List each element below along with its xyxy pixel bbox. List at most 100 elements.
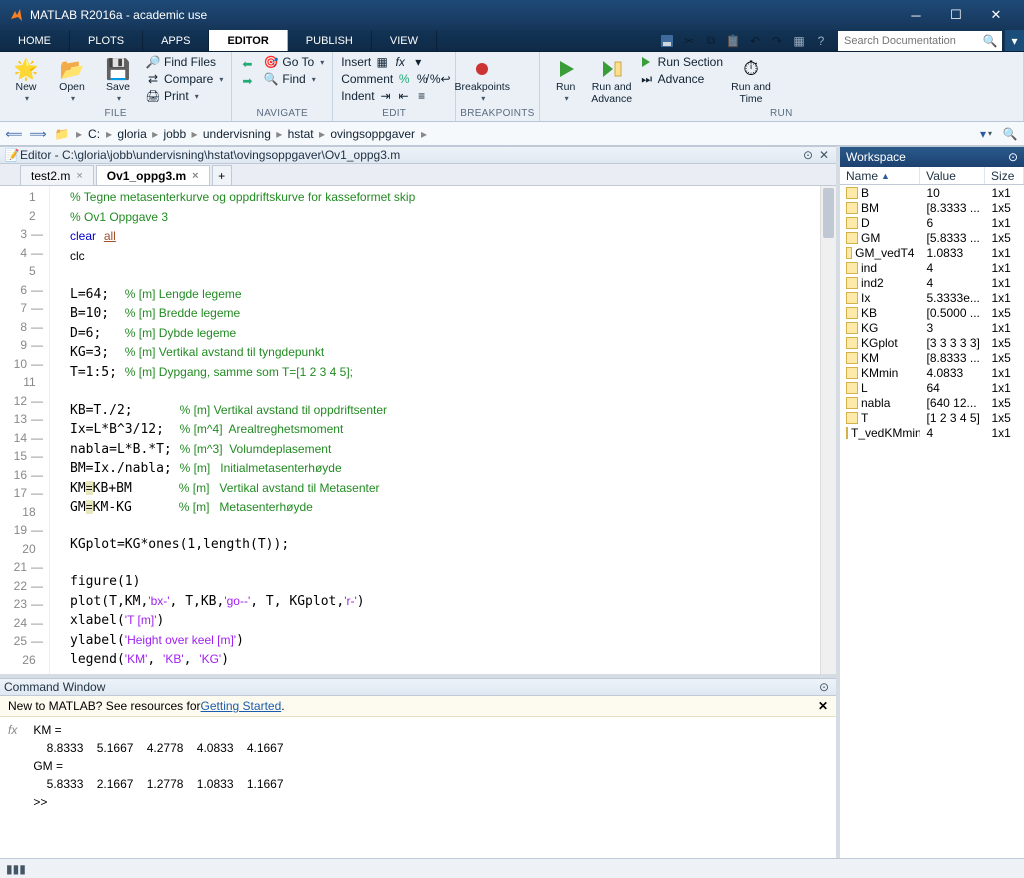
folder-up-button[interactable]: 📁 bbox=[52, 124, 72, 144]
search-icon[interactable]: 🔍 bbox=[978, 34, 1002, 48]
open-button[interactable]: 📂 Open bbox=[50, 54, 94, 105]
document-tab[interactable]: Ov1_oppg3.m× bbox=[96, 165, 210, 185]
toolstrip-tab-home[interactable]: HOME bbox=[0, 30, 70, 51]
panel-menu-button[interactable]: ⊙ bbox=[816, 680, 832, 694]
panel-close-button[interactable]: ✕ bbox=[816, 148, 832, 162]
redo-icon[interactable]: ↷ bbox=[768, 32, 786, 50]
workspace-variable-row[interactable]: T_vedKMmin41x1 bbox=[840, 425, 1024, 440]
save-icon[interactable] bbox=[658, 32, 676, 50]
workspace-variable-row[interactable]: D61x1 bbox=[840, 215, 1024, 230]
variable-name: KGplot bbox=[861, 336, 898, 350]
variable-name: KG bbox=[861, 321, 878, 335]
workspace-variable-row[interactable]: KGplot[3 3 3 3 3]1x5 bbox=[840, 335, 1024, 350]
insert-button[interactable]: Insert ▦ fx ▾ bbox=[337, 54, 451, 70]
run-and-time-button[interactable]: ⏱ Run and Time bbox=[729, 54, 773, 107]
command-window: Command Window ⊙ New to MATLAB? See reso… bbox=[0, 678, 836, 858]
variable-value: 4 bbox=[920, 426, 985, 440]
undo-icon[interactable]: ↶ bbox=[746, 32, 764, 50]
variable-icon bbox=[846, 352, 858, 364]
close-button[interactable]: ✕ bbox=[976, 0, 1016, 30]
search-addr-button[interactable]: 🔍 bbox=[1000, 124, 1020, 144]
addr-dropdown-button[interactable]: ▾ bbox=[976, 124, 996, 144]
find-files-button[interactable]: 🔎Find Files bbox=[142, 54, 227, 70]
breadcrumb-segment[interactable]: hstat bbox=[286, 127, 316, 141]
breadcrumb-segment[interactable]: ovingsoppgaver bbox=[328, 127, 417, 141]
toolstrip-tab-view[interactable]: VIEW bbox=[372, 30, 437, 51]
toolstrip-tab-plots[interactable]: PLOTS bbox=[70, 30, 143, 51]
workspace-variable-row[interactable]: ind41x1 bbox=[840, 260, 1024, 275]
paste-icon[interactable]: 📋 bbox=[724, 32, 742, 50]
workspace-column-headers[interactable]: Name ▲ Value Size bbox=[840, 167, 1024, 185]
editor-scrollbar[interactable] bbox=[820, 186, 836, 674]
new-button[interactable]: 🌟 New bbox=[4, 54, 48, 105]
workspace-variable-row[interactable]: ind241x1 bbox=[840, 275, 1024, 290]
breadcrumb-drive[interactable]: C: bbox=[86, 127, 102, 141]
panel-menu-button[interactable]: ⊙ bbox=[1008, 150, 1018, 164]
save-button[interactable]: 💾 Save bbox=[96, 54, 140, 105]
group-label-breakpoints: BREAKPOINTS bbox=[460, 107, 534, 121]
breakpoints-button[interactable]: Breakpoints bbox=[460, 54, 504, 105]
col-value[interactable]: Value bbox=[920, 167, 985, 184]
group-label-navigate: NAVIGATE bbox=[236, 107, 328, 121]
workspace-variable-row[interactable]: KG31x1 bbox=[840, 320, 1024, 335]
close-icon[interactable]: × bbox=[192, 170, 198, 182]
section-break-icon: ▦ bbox=[375, 55, 389, 69]
toolstrip-menu-button[interactable]: ▾ bbox=[1004, 30, 1024, 51]
workspace-variable-row[interactable]: B101x1 bbox=[840, 185, 1024, 200]
run-button[interactable]: Run bbox=[544, 54, 588, 105]
toolstrip-tab-editor[interactable]: EDITOR bbox=[209, 30, 287, 51]
indent-button[interactable]: Indent ⇥ ⇤ ≡ bbox=[337, 88, 451, 104]
nav-forward-button[interactable]: ⟹ bbox=[28, 124, 48, 144]
nav-back-button[interactable]: ⬅ bbox=[236, 56, 258, 72]
help-icon[interactable]: ? bbox=[812, 32, 830, 50]
breadcrumb-segment[interactable]: gloria bbox=[115, 127, 148, 141]
minimize-button[interactable]: ─ bbox=[896, 0, 936, 30]
workspace-variable-row[interactable]: Ix5.3333e...1x1 bbox=[840, 290, 1024, 305]
compare-button[interactable]: ⇄Compare bbox=[142, 71, 227, 87]
find-button[interactable]: 🔍Find bbox=[260, 71, 328, 87]
nav-fwd-button[interactable]: ➡ bbox=[236, 73, 258, 89]
col-size[interactable]: Size bbox=[985, 167, 1024, 184]
sort-asc-icon: ▲ bbox=[881, 171, 890, 181]
nav-back-button[interactable]: ⟸ bbox=[4, 124, 24, 144]
getting-started-link[interactable]: Getting Started bbox=[201, 699, 282, 713]
toolstrip-tab-apps[interactable]: APPS bbox=[143, 30, 209, 51]
toolstrip-tab-publish[interactable]: PUBLISH bbox=[288, 30, 372, 51]
new-document-tab-button[interactable]: + bbox=[212, 165, 232, 185]
workspace-variable-row[interactable]: GM_vedT41.08331x1 bbox=[840, 245, 1024, 260]
panel-menu-button[interactable]: ⊙ bbox=[800, 148, 816, 162]
layout-icon[interactable]: ▦ bbox=[790, 32, 808, 50]
cut-icon[interactable]: ✂ bbox=[680, 32, 698, 50]
command-window-body[interactable]: fx KM = 8.8333 5.1667 4.2778 4.0833 4.16… bbox=[0, 717, 836, 858]
run-and-advance-button[interactable]: Run and Advance bbox=[590, 54, 634, 107]
workspace-variable-row[interactable]: KM[8.8333 ...1x5 bbox=[840, 350, 1024, 365]
search-documentation[interactable]: 🔍 bbox=[838, 31, 1002, 51]
workspace-variable-row[interactable]: KMmin4.08331x1 bbox=[840, 365, 1024, 380]
workspace-variable-row[interactable]: BM[8.3333 ...1x5 bbox=[840, 200, 1024, 215]
close-icon[interactable]: × bbox=[76, 170, 82, 182]
goto-button[interactable]: 🎯Go To bbox=[260, 54, 328, 70]
comment-button[interactable]: Comment % %̸ %↩ bbox=[337, 71, 451, 87]
code-editor[interactable]: 1 2 3—4—5 6—7—8—9—10—11 12—13—14—15—16—1… bbox=[0, 186, 836, 674]
breadcrumb[interactable]: ▸ C: ▸ gloria ▸ jobb ▸ undervisning ▸ hs… bbox=[76, 127, 427, 141]
workspace-variable-row[interactable]: GM[5.8333 ...1x5 bbox=[840, 230, 1024, 245]
col-name[interactable]: Name ▲ bbox=[840, 167, 920, 184]
workspace-variable-row[interactable]: T[1 2 3 4 5]1x5 bbox=[840, 410, 1024, 425]
breadcrumb-segment[interactable]: jobb bbox=[161, 127, 188, 141]
maximize-button[interactable]: ☐ bbox=[936, 0, 976, 30]
copy-icon[interactable]: ⧉ bbox=[702, 32, 720, 50]
code-area[interactable]: % Tegne metasenterkurve og oppdriftskurv… bbox=[50, 186, 820, 674]
workspace-variable-row[interactable]: KB[0.5000 ...1x5 bbox=[840, 305, 1024, 320]
search-documentation-input[interactable] bbox=[838, 33, 978, 49]
document-tab[interactable]: test2.m× bbox=[20, 165, 94, 185]
command-output[interactable]: KM = 8.8333 5.1667 4.2778 4.0833 4.1667 … bbox=[30, 721, 828, 854]
breakpoint-icon bbox=[469, 56, 495, 82]
run-section-button[interactable]: Run Section bbox=[636, 54, 727, 70]
scrollbar-thumb[interactable] bbox=[823, 188, 834, 238]
workspace-variable-row[interactable]: L641x1 bbox=[840, 380, 1024, 395]
advance-button[interactable]: ⏭Advance bbox=[636, 71, 727, 87]
workspace-variable-row[interactable]: nabla[640 12...1x5 bbox=[840, 395, 1024, 410]
breadcrumb-segment[interactable]: undervisning bbox=[201, 127, 273, 141]
banner-close-button[interactable]: ✕ bbox=[818, 699, 828, 713]
print-button[interactable]: 🖨Print bbox=[142, 88, 227, 104]
